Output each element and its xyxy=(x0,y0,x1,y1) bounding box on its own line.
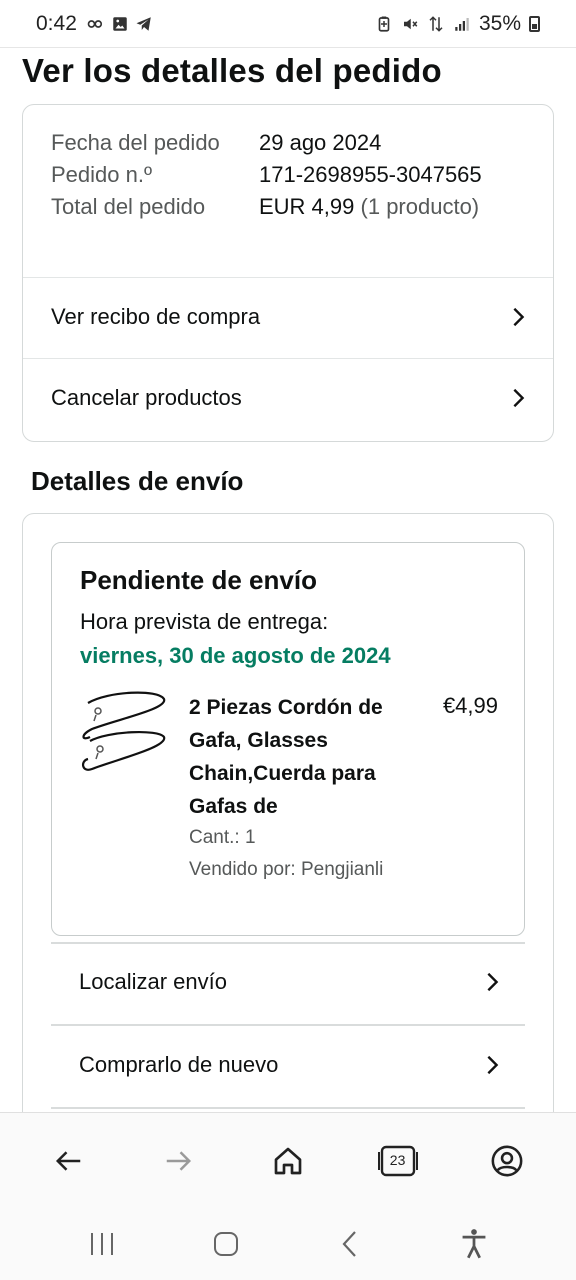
shipment-status: Pendiente de envío xyxy=(80,565,317,595)
battery-percent: 35% xyxy=(478,11,521,35)
forward-arrow-icon xyxy=(167,1150,192,1171)
back-arrow-icon xyxy=(55,1150,81,1171)
recents-icon xyxy=(91,1233,113,1255)
signal-icon xyxy=(455,17,469,31)
account-icon xyxy=(491,1145,523,1176)
status-bar: 0:42 35% xyxy=(0,0,576,48)
telegram-icon xyxy=(136,16,151,31)
order-total-label: Total del pedido xyxy=(51,194,206,219)
order-summary: Fecha del pedido 29 ago 2024 Pedido n.º … xyxy=(51,127,531,223)
product-title-link[interactable]: 2 Piezas Cordón de Gafa, Glasses Chain,C… xyxy=(189,691,399,823)
order-total-amount: EUR 4,99 xyxy=(259,194,355,219)
shipping-section-title: Detalles de envío xyxy=(31,466,244,496)
back-chevron-icon xyxy=(342,1231,356,1257)
view-receipt-label: Ver recibo de compra xyxy=(51,304,261,329)
chevron-right-icon xyxy=(513,307,525,327)
back-button[interactable] xyxy=(44,1136,94,1186)
shipment-box: Pendiente de envío Hora prevista de entr… xyxy=(51,542,525,936)
chevron-right-icon xyxy=(513,388,525,408)
status-time: 0:42 xyxy=(36,11,77,35)
accessibility-icon xyxy=(462,1229,486,1259)
product-price: €4,99 xyxy=(442,693,498,718)
mute-icon xyxy=(403,18,418,29)
accessibility-button[interactable] xyxy=(449,1219,499,1269)
cancel-items-label: Cancelar productos xyxy=(51,385,242,410)
battery-saver-icon xyxy=(378,16,390,32)
recents-button[interactable] xyxy=(77,1219,127,1269)
tabs-count: 23 xyxy=(389,1151,406,1168)
product-thumbnail[interactable] xyxy=(78,689,170,779)
delivery-eta-label: Hora prevista de entrega: xyxy=(80,609,329,634)
cancel-items-link[interactable]: Cancelar productos xyxy=(23,358,553,438)
order-summary-card: Fecha del pedido 29 ago 2024 Pedido n.º … xyxy=(22,104,554,442)
key-icon xyxy=(87,19,102,28)
order-number-row: Pedido n.º 171-2698955-3047565 xyxy=(51,159,531,191)
home-button[interactable] xyxy=(263,1136,313,1186)
chevron-right-icon xyxy=(487,972,499,992)
order-total-row: Total del pedido EUR 4,99 (1 producto) xyxy=(51,191,531,223)
order-date-value: 29 ago 2024 xyxy=(259,130,382,155)
track-shipment-link[interactable]: Localizar envío xyxy=(51,942,525,1022)
page-title: Ver los detalles del pedido xyxy=(22,52,442,89)
forward-button[interactable] xyxy=(153,1136,203,1186)
buy-again-link[interactable]: Comprarlo de nuevo xyxy=(51,1025,525,1105)
order-date-row: Fecha del pedido 29 ago 2024 xyxy=(51,127,531,159)
order-total-value: EUR 4,99 (1 producto) xyxy=(259,191,479,223)
order-date-label: Fecha del pedido xyxy=(51,130,220,155)
battery-icon xyxy=(529,15,540,32)
view-receipt-link[interactable]: Ver recibo de compra xyxy=(23,277,553,357)
divider xyxy=(51,1107,525,1109)
page-content: Ver los detalles del pedido Fecha del pe… xyxy=(0,48,576,1112)
product-seller: Vendido por: Pengjianli xyxy=(189,859,384,880)
tabs-button[interactable]: 23 xyxy=(373,1136,423,1186)
order-number-value: 171-2698955-3047565 xyxy=(259,162,482,187)
delivery-eta-date: viernes, 30 de agosto de 2024 xyxy=(80,643,391,668)
product-quantity: Cant.: 1 xyxy=(189,827,256,848)
system-nav-bar xyxy=(0,1208,576,1280)
order-number-label: Pedido n.º xyxy=(51,162,152,187)
account-button[interactable] xyxy=(482,1136,532,1186)
browser-toolbar: 23 xyxy=(0,1112,576,1208)
chevron-right-icon xyxy=(487,1055,499,1075)
system-back-button[interactable] xyxy=(325,1219,375,1269)
system-home-button[interactable] xyxy=(201,1219,251,1269)
order-total-count: (1 producto) xyxy=(360,194,480,219)
home-circle-icon xyxy=(214,1232,238,1256)
home-icon xyxy=(274,1147,302,1174)
buy-again-label: Comprarlo de nuevo xyxy=(79,1052,279,1077)
track-shipment-label: Localizar envío xyxy=(79,969,227,994)
data-arrows-icon xyxy=(429,15,443,32)
shipping-card: Pendiente de envío Hora prevista de entr… xyxy=(22,513,554,1112)
image-icon xyxy=(113,16,127,31)
